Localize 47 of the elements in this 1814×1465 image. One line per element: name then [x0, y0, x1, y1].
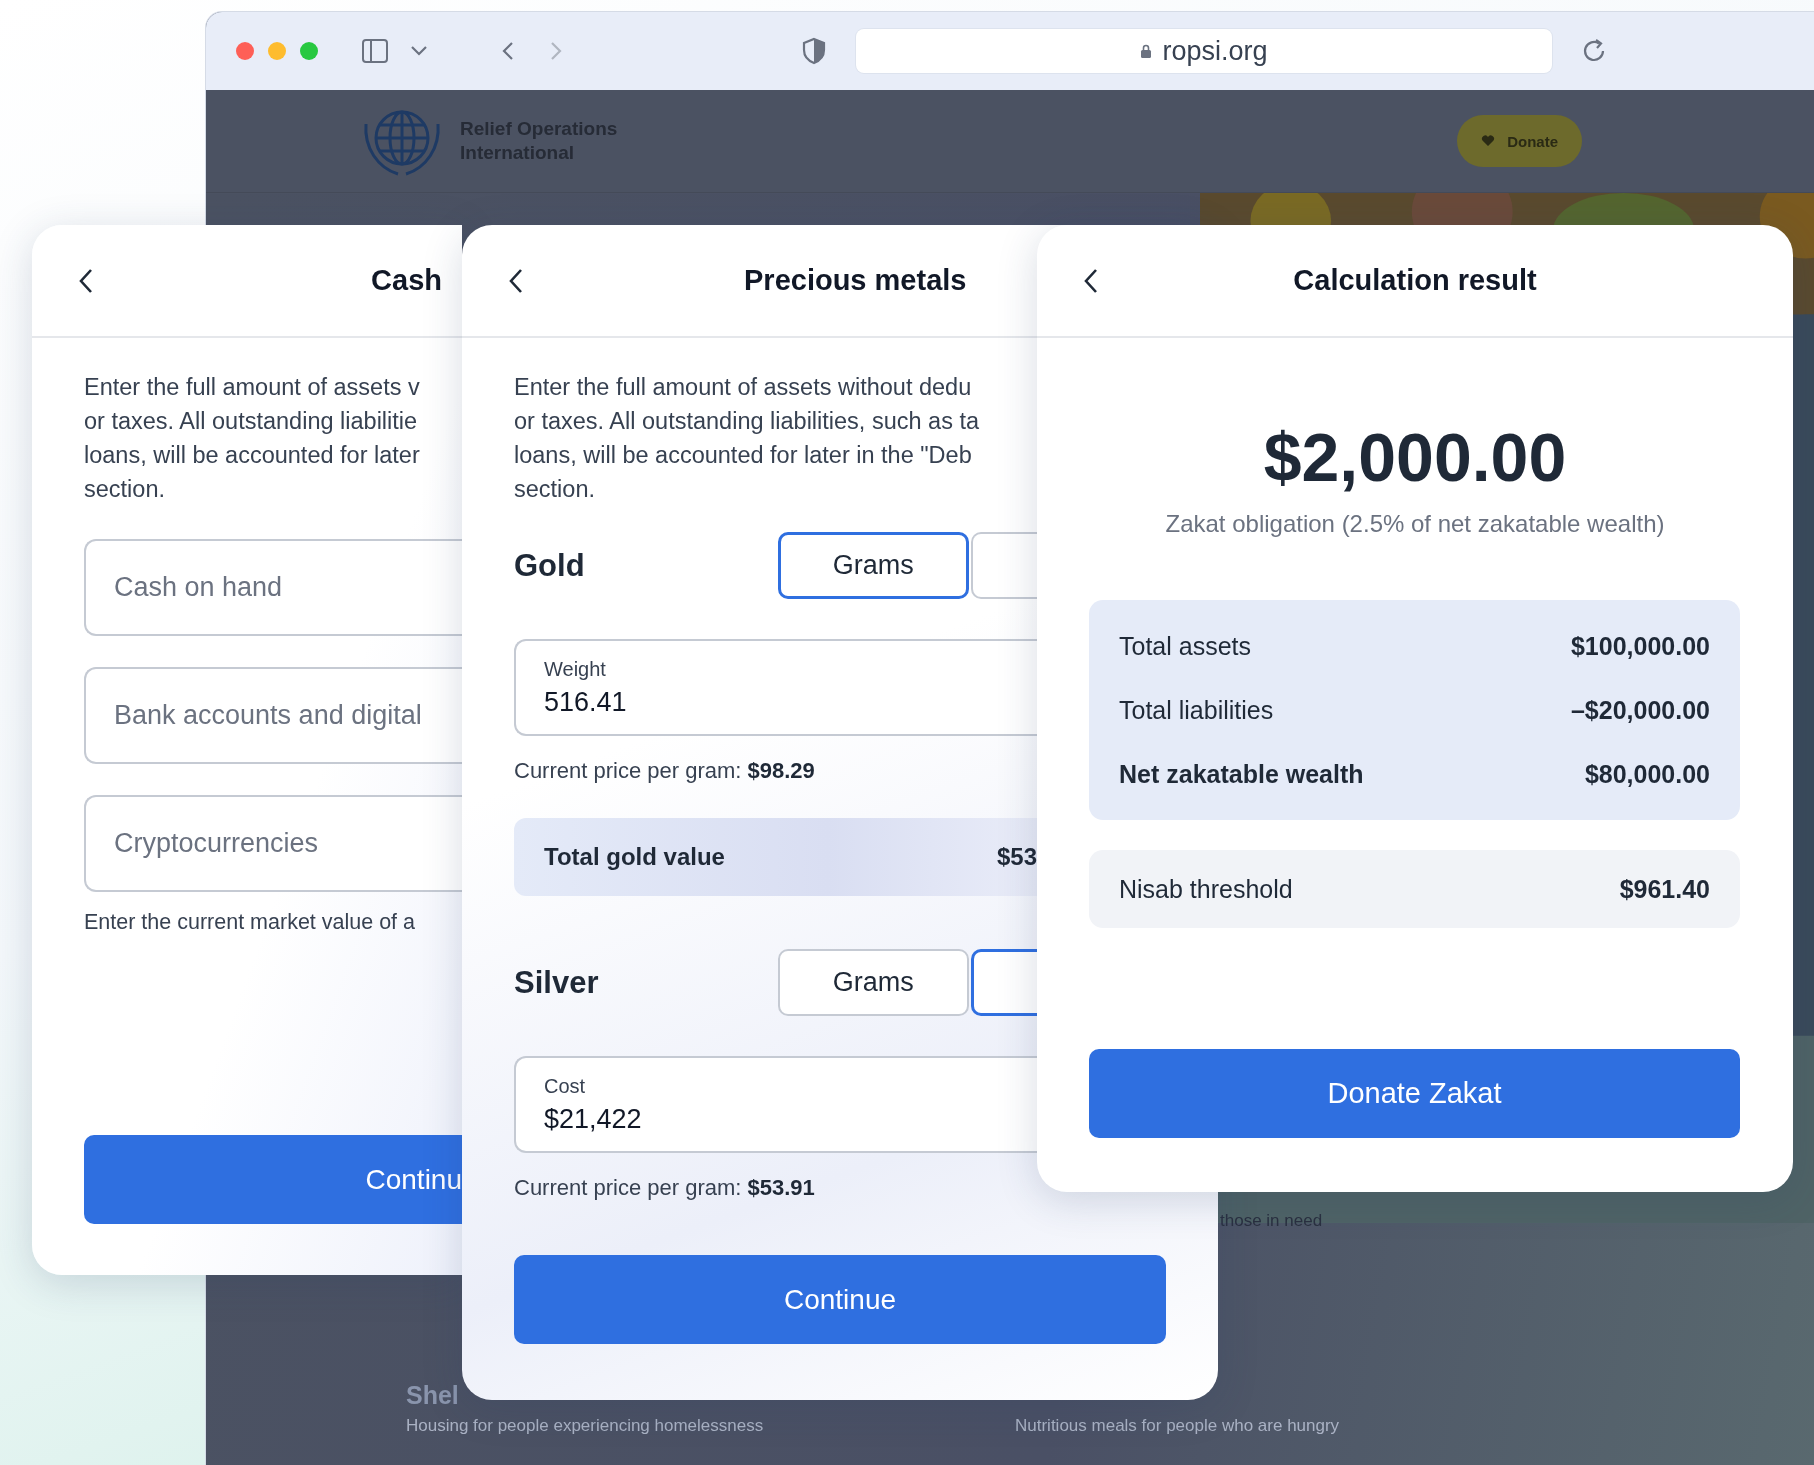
total-label: Total gold value	[544, 843, 725, 871]
price-text: Current price per gram: $98.29	[514, 758, 815, 784]
section-heading: Gold	[514, 547, 586, 584]
card-title: Precious metals	[744, 264, 967, 297]
unit-option[interactable]: Grams	[778, 949, 969, 1016]
hint-text: Enter the current market value of a	[84, 910, 416, 935]
input-field[interactable]: Weight 516.41	[514, 639, 1037, 736]
lock-icon	[1140, 43, 1153, 59]
input-field[interactable]: Cost $21,422	[514, 1056, 1037, 1153]
unit-option[interactable]	[970, 949, 1037, 1016]
address-bar[interactable]: ropsi.org	[856, 29, 1552, 73]
section-heading: Silver	[514, 964, 600, 1001]
program-title: Shel	[406, 1381, 459, 1410]
heart-icon	[1481, 135, 1496, 147]
sidebar-icon[interactable]	[362, 39, 388, 63]
amount-caption: Zakat obligation (2.5% of net zakatable wealth)	[1165, 510, 1665, 538]
input-field[interactable]: Cryptocurrencies	[84, 795, 462, 892]
chevron-down-icon[interactable]	[410, 45, 428, 57]
summary-label: Total liabilities	[1119, 695, 1274, 725]
zakat-amount: $2,000.00	[1263, 418, 1567, 496]
input-field[interactable]: Bank accounts and digital	[84, 667, 462, 764]
description-text: Enter the full amount of assets v or taxes. All outstanding liabilitie loans, will be accounted for later section.	[84, 373, 421, 504]
url-text: ropsi.org	[1162, 35, 1268, 67]
close-icon[interactable]	[236, 42, 254, 60]
price-text: Current price per gram: $53.91	[514, 1175, 815, 1201]
summary-value: $80,000.00	[1584, 759, 1710, 789]
summary-value: $100,000.00	[1570, 631, 1710, 661]
description-text: Enter the full amount of assets without dedu or taxes. All outstanding liabilities, such as ta loans, will be accounted for later in the "Deb section.	[514, 373, 981, 504]
continue-button[interactable]: Continu	[84, 1135, 462, 1224]
card-title: Cash	[371, 264, 442, 297]
total-value: $53	[996, 843, 1037, 871]
program-description: Nutritious meals for people who are hungry	[1015, 1416, 1340, 1436]
card-title: Calculation result	[1293, 264, 1537, 297]
back-icon[interactable]	[508, 267, 524, 294]
program-description: Housing for people experiencing homelessness	[406, 1416, 764, 1436]
summary-value: –$20,000.00	[1570, 695, 1710, 725]
back-icon[interactable]	[1083, 267, 1099, 294]
summary-label: Net zakatable wealth	[1119, 759, 1364, 789]
shield-icon[interactable]	[802, 37, 826, 65]
nisab-value: $961.40	[1619, 874, 1710, 904]
unit-option[interactable]: Grams	[778, 532, 969, 599]
input-field[interactable]: Cash on hand	[84, 539, 462, 636]
donate-zakat-button[interactable]: Donate Zakat	[1089, 1049, 1740, 1138]
nisab-label: Nisab threshold	[1119, 874, 1293, 904]
continue-button[interactable]: Continue	[514, 1255, 1166, 1344]
summary-label: Total assets	[1119, 631, 1251, 661]
back-icon[interactable]	[78, 267, 94, 294]
